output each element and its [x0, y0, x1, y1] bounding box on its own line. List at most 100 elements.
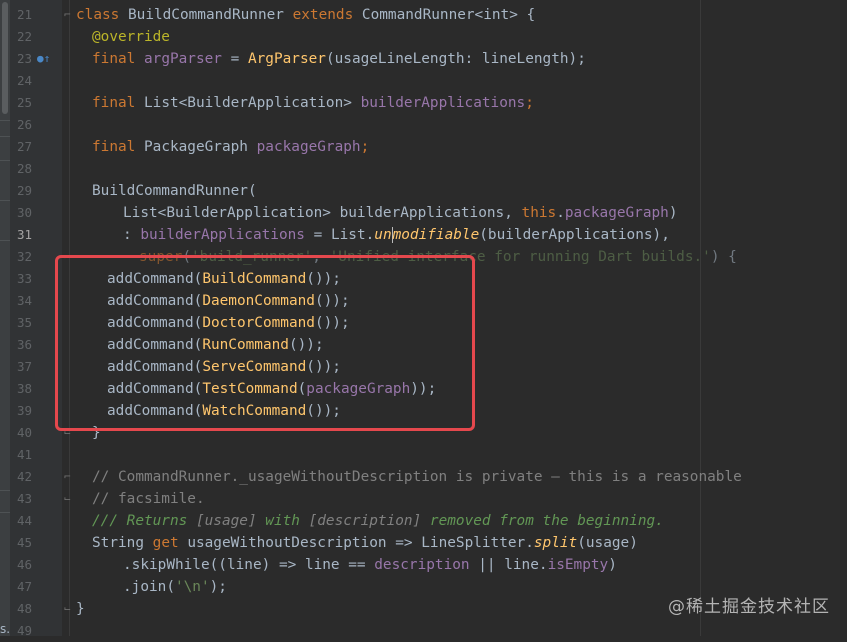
line-number: 41	[16, 447, 32, 462]
field: builderApplications	[140, 227, 305, 243]
line-number: 49	[16, 623, 32, 638]
line-number: 26	[16, 117, 32, 132]
line-number: 42	[16, 469, 32, 484]
line-number: 43	[16, 491, 32, 506]
punctuation: ;	[525, 95, 534, 111]
code-line[interactable]: // facsimile.	[92, 488, 205, 510]
strip-divider	[0, 490, 10, 491]
code-token: BuildCommandRunner	[119, 7, 293, 23]
comment: // CommandRunner._usageWithoutDescriptio…	[92, 469, 742, 485]
line-number: 21	[16, 7, 32, 22]
line-number: 46	[16, 557, 32, 572]
override-gutter-icon[interactable]: ●↑	[37, 48, 50, 70]
code-token: List<BuilderApplication> builderApplicat…	[123, 205, 522, 221]
code-line[interactable]: final PackageGraph packageGraph;	[92, 136, 369, 158]
keyword: get	[152, 535, 179, 551]
code-line[interactable]: @override	[92, 26, 170, 48]
code-token: String	[92, 535, 153, 551]
fold-icon[interactable]: ⌙	[64, 598, 71, 620]
keyword: final	[92, 139, 136, 155]
code-line[interactable]: List<BuilderApplication> builderApplicat…	[123, 202, 678, 224]
code-line[interactable]: /// Returns [usage] with [description] r…	[92, 510, 664, 532]
line-number: 44	[16, 513, 32, 528]
field: packageGraph	[564, 205, 669, 221]
field: description	[374, 557, 470, 573]
strip-divider	[0, 136, 10, 137]
watermark: @稀土掘金技术社区	[668, 597, 830, 617]
function-call: un	[374, 227, 392, 243]
doc-comment: with	[256, 513, 309, 529]
code-token: (usage)	[577, 535, 638, 551]
line-number: 29	[16, 183, 32, 198]
keyword: final	[92, 51, 136, 67]
line-number: 45	[16, 535, 32, 550]
code-token: .	[556, 205, 565, 221]
strip-divider	[0, 120, 10, 121]
field: packageGraph	[256, 139, 361, 155]
keyword: this	[521, 205, 557, 221]
line-number: 27	[16, 139, 32, 154]
keyword: extends	[292, 7, 354, 23]
code-line[interactable]: .skipWhile((line) => line == description…	[123, 554, 617, 576]
field: builderApplications	[360, 95, 526, 111]
code-token: =	[221, 51, 248, 67]
project-panel-scroll-thumb[interactable]	[2, 2, 8, 114]
highlight-annotation-box	[55, 255, 475, 431]
line-number: 30	[16, 205, 32, 220]
doc-comment: removed from the beginning.	[421, 513, 664, 529]
line-number: 23	[16, 51, 32, 66]
code-line[interactable]: final argParser = ArgParser(usageLineLen…	[92, 48, 586, 70]
code-token: PackageGraph	[135, 139, 257, 155]
strip-divider	[0, 240, 10, 241]
code-token: .	[365, 227, 375, 243]
strip-label: s.	[0, 622, 11, 636]
code-line[interactable]: String get usageWithoutDescription => Li…	[92, 532, 638, 554]
line-number: 24	[16, 73, 32, 88]
comment: // facsimile.	[92, 491, 205, 507]
code-line[interactable]: }	[76, 598, 85, 620]
code-token: =	[304, 227, 331, 243]
strip-divider	[0, 200, 10, 201]
keyword: final	[92, 95, 136, 111]
line-number: 39	[16, 403, 32, 418]
fold-icon[interactable]: ⌙	[64, 488, 71, 510]
code-token: CommandRunner<int> {	[353, 7, 536, 23]
code-line[interactable]: .join('\n');	[123, 576, 227, 598]
fold-icon[interactable]: ⌐	[64, 4, 71, 26]
code-token: )	[608, 557, 617, 573]
strip-divider	[0, 160, 10, 161]
code-token: .skipWhile((line) => line ==	[123, 557, 375, 573]
punctuation: ;	[360, 139, 370, 155]
annotation: @override	[92, 29, 170, 45]
function-call: ArgParser	[247, 51, 326, 67]
fold-icon[interactable]: ⌐	[64, 466, 71, 488]
code-token: }	[76, 601, 85, 617]
strip-divider	[0, 512, 10, 513]
line-number: 35	[16, 315, 32, 330]
line-number: 38	[16, 381, 32, 396]
project-panel-strip[interactable]: s.	[0, 0, 10, 636]
right-margin-guide	[700, 0, 701, 636]
current-line-number: 31	[16, 227, 32, 242]
field: argParser	[135, 51, 222, 67]
function-call: split	[533, 535, 578, 551]
line-number: 37	[16, 359, 32, 374]
code-line[interactable]: BuildCommandRunner(	[92, 180, 257, 202]
code-token: ) {	[710, 249, 737, 265]
code-line[interactable]: : builderApplications = List.unmodifiabl…	[123, 224, 670, 246]
string-literal: '\n'	[174, 579, 210, 595]
code-line[interactable]: class BuildCommandRunner extends Command…	[76, 4, 535, 26]
line-number: 32	[16, 249, 32, 264]
line-number: 25	[16, 95, 32, 110]
line-number: 33	[16, 271, 32, 286]
code-token: :	[123, 227, 141, 243]
line-number: 48	[16, 601, 32, 616]
code-token: List<BuilderApplication>	[135, 95, 361, 111]
code-token: )	[668, 205, 678, 221]
doc-comment: /// Returns	[92, 513, 196, 529]
keyword: class	[76, 7, 120, 23]
code-line[interactable]: // CommandRunner._usageWithoutDescriptio…	[92, 466, 742, 488]
code-line[interactable]: final List<BuilderApplication> builderAp…	[92, 92, 534, 114]
line-number: 40	[16, 425, 32, 440]
line-number: 22	[16, 29, 32, 44]
